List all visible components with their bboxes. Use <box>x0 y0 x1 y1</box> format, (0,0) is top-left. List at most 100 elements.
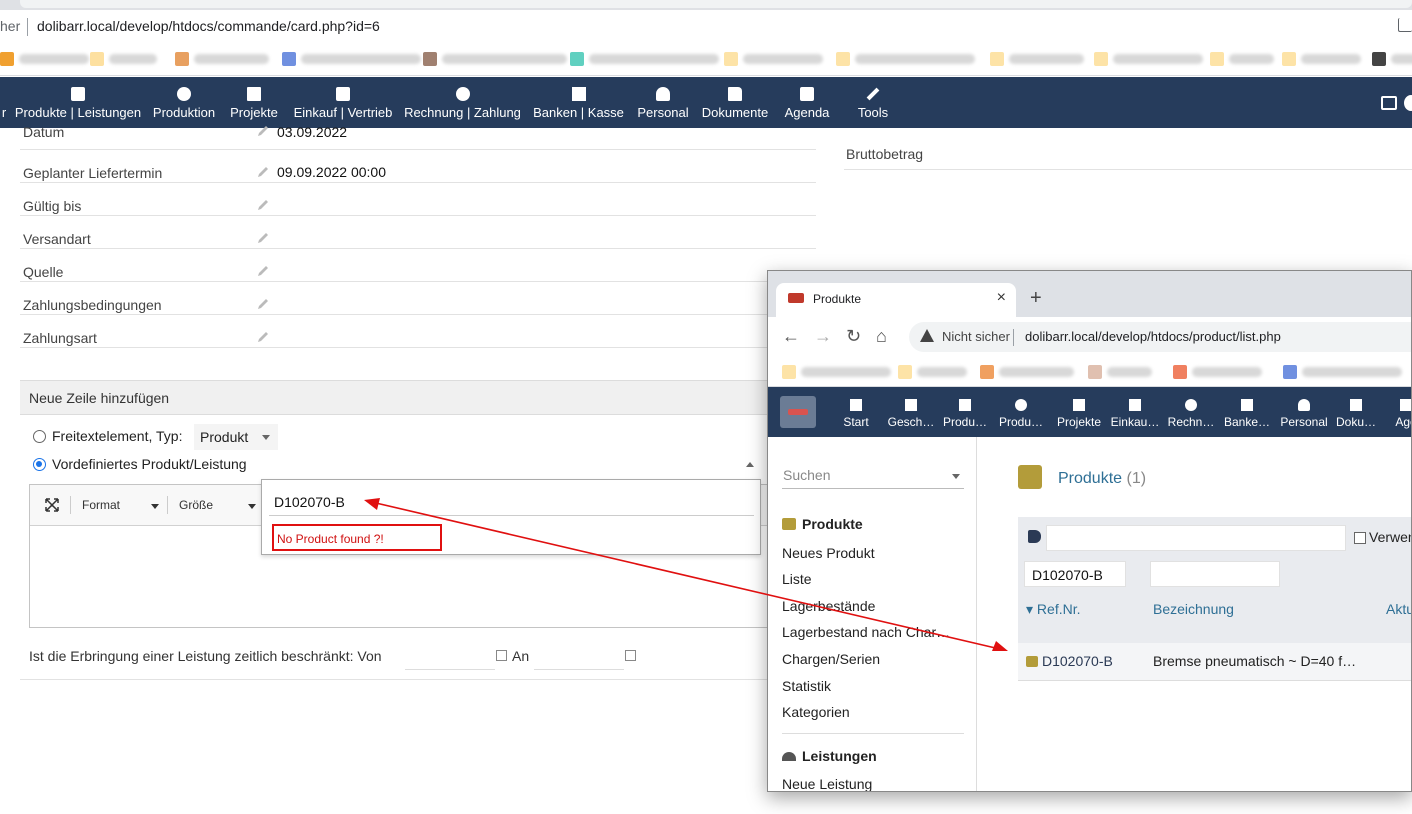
table-row: Versandart <box>20 216 816 249</box>
date-from-input[interactable] <box>405 644 495 670</box>
print-icon[interactable] <box>1381 96 1397 110</box>
freetext-label: Freitextelement, Typ: <box>52 428 183 444</box>
address-bar[interactable]: her dolibarr.local/develop/htdocs/comman… <box>0 10 1412 42</box>
column-header-ref[interactable]: ▾ Ref.Nr. <box>1026 601 1081 618</box>
table-row[interactable]: D102070-B Bremse pneumatisch ~ D=40 f… <box>1018 643 1411 681</box>
category-filter-input[interactable] <box>1046 525 1346 551</box>
bookmark[interactable] <box>980 364 1074 380</box>
pencil-icon[interactable] <box>256 165 270 179</box>
pencil-icon[interactable] <box>256 264 270 278</box>
share-icon[interactable] <box>1398 18 1412 32</box>
sidebar-link-kategorien[interactable]: Kategorien <box>782 704 850 720</box>
sidebar-link-chargen[interactable]: Chargen/Serien <box>782 651 880 667</box>
column-header-bezeichnung[interactable]: Bezeichnung <box>1153 601 1234 617</box>
sidebar-link-neues-produkt[interactable]: Neues Produkt <box>782 545 875 561</box>
reload-icon[interactable]: ↻ <box>846 326 861 347</box>
bookmark[interactable] <box>1173 364 1262 380</box>
bookmark[interactable] <box>175 51 269 67</box>
url-text[interactable]: dolibarr.local/develop/htdocs/commande/c… <box>37 18 380 34</box>
bookmark[interactable] <box>0 51 89 67</box>
sidebar-link-lagerbestand-charge[interactable]: Lagerbestand nach Char… <box>782 624 950 640</box>
table-row: Gültig bis <box>20 183 816 216</box>
sidebar-link-liste[interactable]: Liste <box>782 571 812 587</box>
new-tab-icon[interactable]: + <box>1030 287 1042 310</box>
sidebar-link-statistik[interactable]: Statistik <box>782 678 831 694</box>
nav-item-cut[interactable]: r <box>0 77 8 128</box>
nav-item-personal[interactable]: Personal <box>1280 387 1328 437</box>
pencil-icon[interactable] <box>256 330 270 344</box>
nav-item-agenda[interactable]: Age <box>1394 387 1411 437</box>
tab-produkte[interactable]: Produkte × <box>776 283 1016 317</box>
nav-item-banken[interactable]: Banke… <box>1222 387 1272 437</box>
nav-item-dokumente[interactable]: Doku… <box>1334 387 1378 437</box>
format-dropdown[interactable]: Format <box>82 498 120 512</box>
pencil-icon[interactable] <box>256 124 270 138</box>
sidebar-link-neue-leistung[interactable]: Neue Leistung <box>782 776 872 791</box>
maximize-icon[interactable] <box>45 498 59 512</box>
bookmark[interactable] <box>782 364 891 380</box>
sidebar-search-select[interactable]: Suchen <box>782 465 964 489</box>
pencil-icon[interactable] <box>256 231 270 245</box>
close-tab-icon[interactable]: × <box>997 289 1006 307</box>
back-icon[interactable]: ← <box>782 326 800 347</box>
bookmark[interactable] <box>282 51 421 67</box>
nav-item-start[interactable]: Start <box>840 387 872 437</box>
table-row: Zahlungsbedingungen <box>20 282 816 315</box>
url-bar[interactable]: Nicht sicher dolibarr.local/develop/htdo… <box>909 322 1411 352</box>
bookmark[interactable] <box>90 51 157 67</box>
bookmark[interactable] <box>1283 364 1402 380</box>
bookmark-favicon-icon <box>282 52 296 66</box>
bookmark[interactable] <box>898 364 967 380</box>
freetext-type-select[interactable]: Produkt <box>194 424 278 450</box>
calendar-icon[interactable] <box>625 650 636 661</box>
not-found-message: No Product found ?! <box>272 524 442 551</box>
bookmark[interactable] <box>724 51 823 67</box>
sidebar-link-lagerbestaende[interactable]: Lagerbestände <box>782 598 875 614</box>
home-icon[interactable]: ⌂ <box>876 326 887 347</box>
verwendet-checkbox[interactable] <box>1354 532 1366 544</box>
size-dropdown[interactable]: Größe <box>179 498 213 512</box>
nav-item-geschaeftspartner[interactable]: Gesch… <box>886 387 936 437</box>
bookmark[interactable] <box>1094 51 1203 67</box>
help-icon[interactable] <box>1404 95 1412 111</box>
sidebar-section-leistungen[interactable]: Leistungen <box>782 748 877 764</box>
sidebar-section-produkte[interactable]: Produkte <box>782 516 863 532</box>
nav-item-rechnung[interactable]: Rechn… <box>1166 387 1216 437</box>
nav-item-tools[interactable]: Tools <box>853 77 893 128</box>
pencil-icon[interactable] <box>256 297 270 311</box>
calendar-icon[interactable] <box>496 650 507 661</box>
company-logo[interactable] <box>780 396 816 428</box>
address-bar: ← → ↻ ⌂ Nicht sicher dolibarr.local/deve… <box>768 317 1411 357</box>
nav-item-projekte[interactable]: Projekte <box>1056 387 1102 437</box>
product-search-dropdown: D102070-B No Product found ?! <box>261 479 761 555</box>
bookmark[interactable] <box>1088 364 1152 380</box>
date-to-input[interactable] <box>534 644 624 670</box>
folder-icon <box>728 87 742 101</box>
nav-item-produkte[interactable]: Produ… <box>942 387 988 437</box>
bookmark[interactable] <box>570 51 719 67</box>
cubes-icon <box>177 87 191 101</box>
predefined-radio[interactable] <box>33 458 46 471</box>
nav-item-einkauf[interactable]: Einkau… <box>1110 387 1160 437</box>
bookmark[interactable] <box>990 51 1084 67</box>
forward-icon[interactable]: → <box>814 326 832 347</box>
desc-filter-input[interactable] <box>1150 561 1280 587</box>
bookmark[interactable] <box>423 51 567 67</box>
product-ref-link[interactable]: D102070-B <box>1026 653 1113 669</box>
product-search-input[interactable]: D102070-B <box>269 488 754 516</box>
ref-filter-input[interactable]: D102070-B <box>1024 561 1126 587</box>
nav-item-produktion[interactable]: Produ… <box>998 387 1044 437</box>
table-row: Geplanter Liefertermin 09.09.2022 00:00 <box>20 150 816 183</box>
bookmark-favicon-icon <box>990 52 1004 66</box>
pencil-icon[interactable] <box>256 198 270 212</box>
bookmark[interactable] <box>1372 51 1412 67</box>
box-icon <box>959 399 971 411</box>
column-header-aktuell[interactable]: Aktu <box>1386 601 1411 617</box>
table-row: Quelle <box>20 249 816 282</box>
concierge-bell-icon <box>782 752 796 761</box>
bookmark[interactable] <box>836 51 975 67</box>
bookmark[interactable] <box>1282 51 1361 67</box>
chevron-up-icon[interactable] <box>746 462 754 467</box>
bookmark[interactable] <box>1210 51 1274 67</box>
freetext-radio[interactable] <box>33 430 46 443</box>
